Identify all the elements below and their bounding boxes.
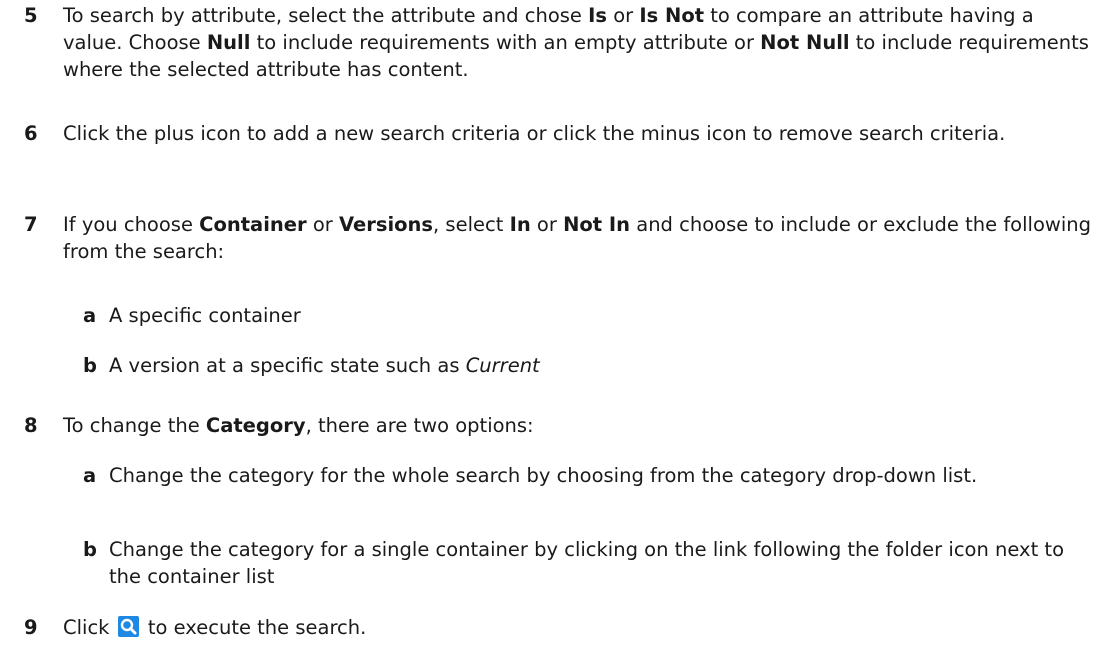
sub-text: A version at a specific state such as Cu… xyxy=(109,352,1093,379)
text-run: A version at a specific state such as xyxy=(109,354,466,377)
step-number: 6 xyxy=(24,122,38,145)
text-run: Change the category for a single contain… xyxy=(109,538,1064,588)
sub-letter: a xyxy=(83,464,97,487)
sub-text: Change the category for the whole search… xyxy=(109,462,1093,489)
text-run: or xyxy=(306,213,339,236)
text-run: Click xyxy=(63,616,116,639)
sub-letter: a xyxy=(83,304,97,327)
sub-text: Change the category for a single contain… xyxy=(109,536,1093,590)
step-text: To change the Category, there are two op… xyxy=(63,412,1093,439)
text-run: A specific container xyxy=(109,304,301,327)
instruction-steps: 5 To search by attribute, select the att… xyxy=(0,0,1109,652)
bold-term: In xyxy=(509,213,531,236)
text-run: Click the plus icon to add a new search … xyxy=(63,122,1006,145)
text-run: , select xyxy=(433,213,510,236)
step-text: If you choose Container or Versions, sel… xyxy=(63,211,1093,265)
sub-letter: b xyxy=(83,538,97,561)
bold-term: Versions xyxy=(338,213,434,236)
step-number: 7 xyxy=(24,213,38,236)
step-text: Click to execute the search. xyxy=(63,614,1093,641)
sub-text: A specific container xyxy=(109,302,1093,329)
text-run: Change the category for the whole search… xyxy=(109,464,978,487)
sub-letter: b xyxy=(83,354,97,377)
bold-term: Is Not xyxy=(639,4,705,27)
text-run: to include requirements with an empty at… xyxy=(250,31,761,54)
text-run: To search by attribute, select the attri… xyxy=(63,4,589,27)
bold-term: Not Null xyxy=(760,31,850,54)
step-number: 5 xyxy=(24,4,38,27)
bold-term: Is xyxy=(588,4,607,27)
step-number: 8 xyxy=(24,414,38,437)
search-icon[interactable] xyxy=(117,616,139,637)
italic-term: Current xyxy=(465,354,540,377)
bold-term: Container xyxy=(199,213,307,236)
step-text: Click the plus icon to add a new search … xyxy=(63,120,1093,147)
text-run: If you choose xyxy=(63,213,200,236)
text-run: To change the xyxy=(63,414,206,437)
text-run: or xyxy=(607,4,640,27)
text-run: or xyxy=(530,213,564,236)
bold-term: Not In xyxy=(563,213,631,236)
text-run: , there are two options: xyxy=(305,414,534,437)
bold-term: Category xyxy=(205,414,306,437)
step-text: To search by attribute, select the attri… xyxy=(63,2,1093,83)
bold-term: Null xyxy=(206,31,251,54)
step-number: 9 xyxy=(24,616,38,639)
text-run: to execute the search. xyxy=(141,616,367,639)
